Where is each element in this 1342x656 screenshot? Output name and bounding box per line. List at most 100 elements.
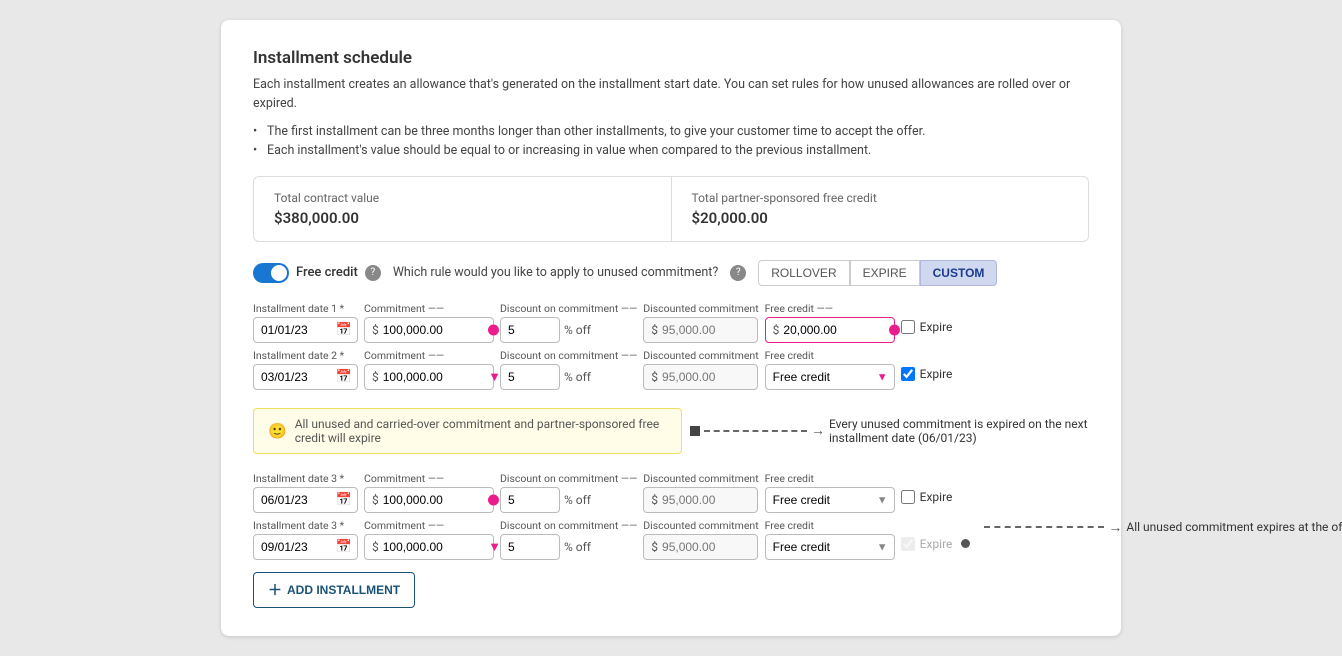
discount-field-4: Discount on commitment —— % off bbox=[500, 519, 637, 560]
add-installment-button[interactable]: ＋ ADD INSTALLMENT bbox=[253, 572, 415, 608]
installment-schedule-card: Installment schedule Each installment cr… bbox=[221, 20, 1121, 636]
installment-row-2: Installment date 2 * 📅 Commitment —— $ ▼ bbox=[253, 349, 1089, 390]
discounted-input-wrap-2: $ bbox=[643, 364, 758, 390]
expire-label-3: Expire bbox=[920, 490, 953, 504]
inst-date-input-wrap-3: 📅 bbox=[253, 487, 358, 513]
bullet-item-2: Each installment's value should be equal… bbox=[253, 143, 1089, 158]
inst-date-input-2[interactable] bbox=[253, 364, 358, 390]
discount-input-4[interactable] bbox=[500, 534, 560, 560]
free-credit-pink-dot-1 bbox=[889, 324, 900, 335]
free-credit-field-1: Free credit —— $ bbox=[765, 302, 895, 343]
commitment-input-2[interactable] bbox=[383, 365, 493, 389]
free-credit-select-4[interactable]: Free credit bbox=[765, 534, 895, 560]
inst-date-input-4[interactable] bbox=[253, 534, 358, 560]
free-credit-select-2[interactable]: Free credit bbox=[765, 364, 895, 390]
annotation2-dashed-line bbox=[984, 526, 1104, 528]
annotation1-arrow: → bbox=[811, 422, 825, 439]
commitment-field-2: Commitment —— $ ▼ bbox=[364, 349, 494, 390]
free-credit-input-1[interactable] bbox=[783, 318, 893, 342]
expire-banner: 🙂 All unused and carried-over commitment… bbox=[253, 408, 682, 454]
discounted-field-2: Discounted commitment $ bbox=[643, 349, 758, 390]
installment-row-3: Installment date 3 * 📅 Commitment —— $ D bbox=[253, 472, 1089, 513]
annotation1-text: Every unused commitment is expired on th… bbox=[829, 417, 1089, 445]
rule-question-help-icon[interactable]: ? bbox=[730, 265, 746, 281]
expire-checkbox-4[interactable] bbox=[901, 537, 915, 551]
inst-date-field-3: Installment date 3 * 📅 bbox=[253, 472, 358, 513]
free-credit-field-label-1: Free credit —— bbox=[765, 302, 895, 315]
rule-buttons-group: ROLLOVER EXPIRE CUSTOM bbox=[758, 260, 997, 286]
inst-date-input-3[interactable] bbox=[253, 487, 358, 513]
percent-off-label-3: % off bbox=[564, 493, 591, 507]
inst-date-field-1: Installment date 1 * 📅 bbox=[253, 302, 358, 343]
inst-date-input-1[interactable] bbox=[253, 317, 358, 343]
discount-label-3: Discount on commitment —— bbox=[500, 472, 637, 485]
free-credit-label: Free credit bbox=[296, 265, 358, 280]
contract-values-row: Total contract value $380,000.00 Total p… bbox=[253, 176, 1089, 242]
custom-button[interactable]: CUSTOM bbox=[920, 260, 998, 286]
installment-row-4: Installment date 3 * 📅 Commitment —— $ ▼ bbox=[253, 519, 1089, 560]
annotation2-arrow: → bbox=[1108, 519, 1122, 536]
pink-arrow-2: ▼ bbox=[488, 369, 501, 385]
inst-date-input-wrap-4: 📅 bbox=[253, 534, 358, 560]
annotation1-dashed-line bbox=[704, 430, 807, 432]
controls-row: Free credit ? Which rule would you like … bbox=[253, 260, 1089, 286]
partner-credit-value: $20,000.00 bbox=[692, 209, 1069, 227]
commitment-field-3: Commitment —— $ bbox=[364, 472, 494, 513]
discount-input-2[interactable] bbox=[500, 364, 560, 390]
expire-label-4: Expire bbox=[920, 537, 953, 551]
commitment-input-wrap-4: $ bbox=[364, 534, 494, 560]
expire-label-2: Expire bbox=[920, 367, 953, 381]
partner-credit-label: Total partner-sponsored free credit bbox=[692, 191, 1069, 205]
commitment-input-1[interactable] bbox=[383, 318, 493, 342]
add-icon: ＋ bbox=[268, 580, 282, 600]
commitment-field-4: Commitment —— $ ▼ bbox=[364, 519, 494, 560]
discounted-field-1: Discounted commitment $ bbox=[643, 302, 758, 343]
total-contract-label: Total contract value bbox=[274, 191, 651, 205]
expire-button[interactable]: EXPIRE bbox=[850, 260, 920, 286]
inst-date-field-4: Installment date 3 * 📅 bbox=[253, 519, 358, 560]
expire-banner-text: All unused and carried-over commitment a… bbox=[295, 417, 667, 445]
expire-checkbox-2[interactable] bbox=[901, 367, 915, 381]
annotation1-row: → Every unused commitment is expired on … bbox=[690, 417, 1089, 445]
banner-annotation-row: 🙂 All unused and carried-over commitment… bbox=[253, 400, 1089, 462]
inst-date-label-4: Installment date 3 * bbox=[253, 519, 358, 532]
discounted-label-3: Discounted commitment bbox=[643, 472, 758, 485]
rule-question-text: Which rule would you like to apply to un… bbox=[393, 265, 718, 280]
discount-field-1: Discount on commitment —— % off bbox=[500, 302, 637, 343]
free-credit-select-3[interactable]: Free credit bbox=[765, 487, 895, 513]
discount-input-1[interactable] bbox=[500, 317, 560, 343]
discount-input-3[interactable] bbox=[500, 487, 560, 513]
rollover-button[interactable]: ROLLOVER bbox=[758, 260, 849, 286]
commitment-input-wrap-2: $ bbox=[364, 364, 494, 390]
expire-dot-4 bbox=[961, 539, 970, 548]
inst-date-input-wrap-2: 📅 bbox=[253, 364, 358, 390]
expire-checkbox-1[interactable] bbox=[901, 320, 915, 334]
commitment-label-3: Commitment —— bbox=[364, 472, 494, 485]
smile-icon: 🙂 bbox=[268, 422, 287, 440]
free-credit-field-3: Free credit Free credit ▼ bbox=[765, 472, 895, 513]
free-credit-help-icon[interactable]: ? bbox=[365, 265, 381, 281]
add-installment-label: ADD INSTALLMENT bbox=[287, 583, 400, 597]
commitment-input-4[interactable] bbox=[383, 535, 493, 559]
discount-label-2: Discount on commitment —— bbox=[500, 349, 637, 362]
expire-wrap-2: Expire bbox=[901, 349, 953, 381]
expire-wrap-1: Expire bbox=[901, 302, 953, 334]
inst-date-label-3: Installment date 3 * bbox=[253, 472, 358, 485]
expire-label-1: Expire bbox=[920, 320, 953, 334]
inst-date-input-wrap-1: 📅 bbox=[253, 317, 358, 343]
free-credit-field-label-3: Free credit bbox=[765, 472, 895, 485]
expire-checkbox-3[interactable] bbox=[901, 490, 915, 504]
inst-date-field-2: Installment date 2 * 📅 bbox=[253, 349, 358, 390]
commitment-input-wrap-1: $ bbox=[364, 317, 494, 343]
percent-off-label-4: % off bbox=[564, 540, 591, 554]
inst-date-label-1: Installment date 1 * bbox=[253, 302, 358, 315]
discount-field-3: Discount on commitment —— % off bbox=[500, 472, 637, 513]
commitment-label-2: Commitment —— bbox=[364, 349, 494, 362]
free-credit-toggle-wrapper: Free credit ? bbox=[253, 263, 381, 283]
total-contract-value: $380,000.00 bbox=[274, 209, 651, 227]
commitment-input-3[interactable] bbox=[383, 488, 493, 512]
annotation1-dot bbox=[690, 426, 700, 436]
discounted-input-2 bbox=[662, 365, 757, 389]
free-credit-toggle[interactable] bbox=[253, 263, 289, 283]
percent-off-label-2: % off bbox=[564, 370, 591, 384]
